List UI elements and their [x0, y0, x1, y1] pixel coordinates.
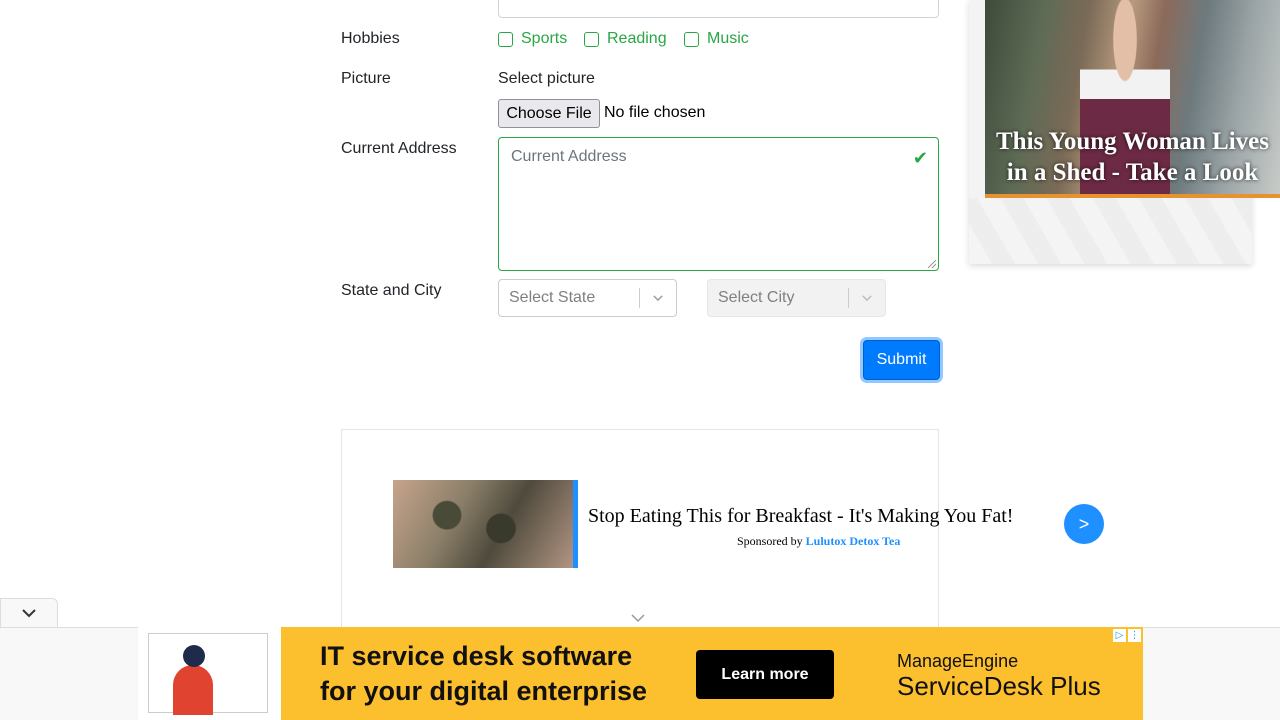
hobby-sports-label[interactable]: Sports [521, 30, 567, 48]
right-ad-image[interactable]: This Young Woman Lives in a Shed - Take … [985, 0, 1280, 198]
product-name: ServiceDesk Plus [897, 671, 1101, 701]
ad-background-pattern [969, 198, 1252, 264]
hobbies-label: Hobbies [341, 30, 400, 47]
bottom-ad-banner[interactable]: IT service desk software for your digita… [138, 627, 1143, 720]
state-select[interactable]: Select State [498, 279, 677, 317]
hobby-music-label[interactable]: Music [707, 30, 749, 48]
banner-headline: IT service desk software for your digita… [320, 639, 647, 709]
illustration-person [173, 665, 213, 715]
adchoices-icon[interactable]: ▷ [1113, 629, 1126, 642]
state-select-placeholder: Select State [509, 289, 596, 306]
city-select-placeholder: Select City [718, 289, 795, 306]
checkbox-box[interactable] [584, 31, 599, 47]
ad-choices[interactable]: ▷ ⋮ [1113, 629, 1141, 642]
submit-button[interactable]: Submit [863, 340, 940, 380]
learn-more-button[interactable]: Learn more [696, 650, 834, 699]
sponsored-prefix: Sponsored by [737, 534, 803, 548]
choose-file-button[interactable]: Choose File [498, 99, 600, 128]
chevron-down-icon[interactable] [849, 280, 885, 316]
partial-input-field[interactable] [498, 0, 939, 18]
right-ad-caption[interactable]: This Young Woman Lives in a Shed - Take … [985, 126, 1280, 188]
current-address-textarea[interactable]: Current Address ✔ [498, 137, 939, 271]
hobby-music-checkbox[interactable]: Music [684, 30, 749, 48]
banner-illustration [138, 627, 281, 720]
banner-headline-line1: IT service desk software [320, 641, 633, 671]
sponsored-by-line: Sponsored by Lulutox Detox Tea [737, 534, 900, 549]
picture-label: Picture [341, 70, 391, 87]
resize-handle-icon[interactable] [928, 260, 936, 268]
sponsored-ad-image[interactable] [393, 480, 578, 568]
sponsored-ad-next-button[interactable]: > [1064, 504, 1104, 544]
brand-name: ManageEngine [897, 651, 1019, 671]
chevron-down-icon [22, 609, 36, 618]
hobby-reading-label[interactable]: Reading [607, 30, 667, 48]
hobby-sports-checkbox[interactable]: Sports [498, 30, 567, 48]
current-address-label: Current Address [341, 140, 457, 157]
more-options-icon[interactable]: ⋮ [1128, 629, 1141, 642]
file-status-text: No file chosen [604, 104, 706, 121]
ad-accent-bar [985, 194, 1280, 198]
checkbox-box[interactable] [684, 31, 699, 47]
banner-headline-line2: for your digital enterprise [320, 676, 648, 706]
state-city-label: State and City [341, 282, 442, 299]
chevron-down-icon[interactable] [631, 612, 645, 626]
hobby-reading-checkbox[interactable]: Reading [584, 30, 667, 48]
collapse-ad-button[interactable] [0, 598, 58, 627]
sponsor-name[interactable]: Lulutox Detox Tea [806, 534, 901, 548]
select-picture-label: Select picture [498, 70, 595, 87]
valid-check-icon: ✔ [912, 148, 928, 168]
current-address-placeholder: Current Address [511, 148, 627, 165]
city-select[interactable]: Select City [707, 279, 886, 317]
sponsored-ad-title[interactable]: Stop Eating This for Breakfast - It's Ma… [588, 505, 1013, 528]
chevron-down-icon[interactable] [640, 280, 676, 316]
checkbox-box[interactable] [498, 31, 513, 47]
illustration-head [183, 645, 205, 667]
